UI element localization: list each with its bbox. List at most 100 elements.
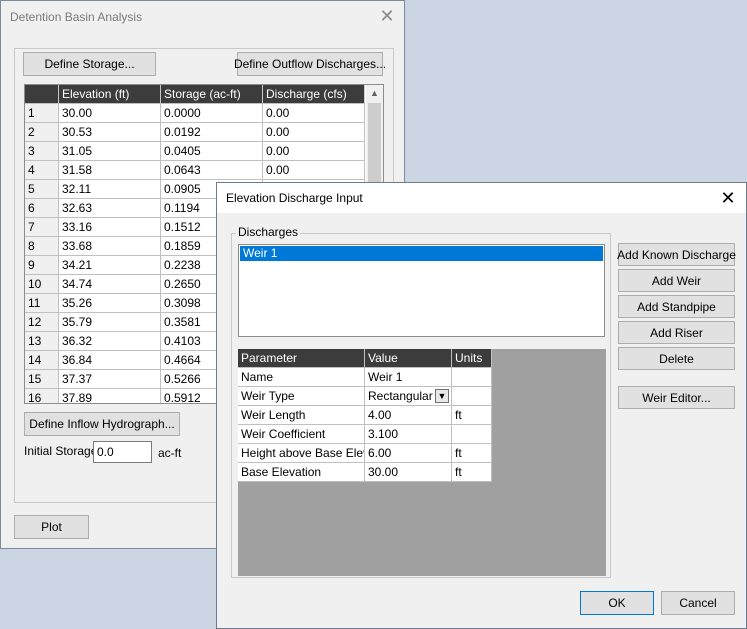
title-bar[interactable]: Detention Basin Analysis bbox=[1, 1, 404, 33]
initial-storage-unit: ac-ft bbox=[158, 446, 182, 460]
table-cell[interactable]: 33.68 bbox=[59, 237, 161, 256]
dialog-title-bar[interactable]: Elevation Discharge Input bbox=[217, 183, 746, 213]
table-cell[interactable]: 34.21 bbox=[59, 256, 161, 275]
column-header[interactable] bbox=[25, 85, 59, 104]
table-row[interactable]: 4 31.58 0.0643 0.00 bbox=[25, 161, 365, 180]
dialog-close-icon[interactable]: ✕ bbox=[719, 189, 737, 207]
close-icon[interactable]: ✕ bbox=[378, 7, 396, 25]
add-weir-button[interactable]: Add Weir bbox=[618, 269, 735, 292]
row-index: 14 bbox=[25, 351, 59, 370]
param-column-header: Parameter bbox=[238, 349, 365, 368]
discharges-group-label: Discharges bbox=[236, 225, 301, 239]
table-cell[interactable]: 30.53 bbox=[59, 123, 161, 142]
param-value[interactable]: 4.00 bbox=[365, 406, 452, 425]
discharges-list[interactable]: Weir 1 bbox=[238, 244, 605, 337]
table-cell[interactable]: 35.79 bbox=[59, 313, 161, 332]
param-row[interactable]: Name Weir 1 bbox=[238, 368, 492, 387]
cell-text: Rectangular bbox=[368, 389, 433, 403]
param-value[interactable]: Rectangular ▼ bbox=[365, 387, 452, 406]
table-cell[interactable]: 0.00 bbox=[263, 123, 365, 142]
cancel-button[interactable]: Cancel bbox=[661, 591, 735, 615]
cell-text: 4.00 bbox=[368, 408, 392, 422]
table-cell[interactable]: 35.26 bbox=[59, 294, 161, 313]
cell-text: ft bbox=[455, 446, 462, 460]
param-unit: ft bbox=[452, 463, 492, 482]
param-value[interactable]: Weir 1 bbox=[365, 368, 452, 387]
table-cell[interactable]: 0.0192 bbox=[161, 123, 263, 142]
table-cell[interactable]: 31.05 bbox=[59, 142, 161, 161]
row-index: 6 bbox=[25, 199, 59, 218]
param-name: Base Elevation bbox=[238, 463, 365, 482]
param-name: Weir Length bbox=[238, 406, 365, 425]
table-cell[interactable]: 0.0000 bbox=[161, 104, 263, 123]
param-unit: ft bbox=[452, 444, 492, 463]
row-index: 7 bbox=[25, 218, 59, 237]
param-name: Weir Type bbox=[238, 387, 365, 406]
scroll-up-icon[interactable]: ▲ bbox=[366, 85, 383, 102]
param-value[interactable]: 6.00 bbox=[365, 444, 452, 463]
define-outflow-button[interactable]: Define Outflow Discharges... bbox=[234, 52, 386, 76]
table-cell[interactable]: 32.11 bbox=[59, 180, 161, 199]
table-cell[interactable]: 31.58 bbox=[59, 161, 161, 180]
column-header[interactable]: Storage (ac-ft) bbox=[161, 85, 263, 104]
cell-text: Name bbox=[241, 370, 274, 384]
add-riser-button[interactable]: Add Riser bbox=[618, 321, 735, 344]
table-cell[interactable]: 0.0643 bbox=[161, 161, 263, 180]
ok-button[interactable]: OK bbox=[580, 591, 654, 615]
row-index: 1 bbox=[25, 104, 59, 123]
row-index: 8 bbox=[25, 237, 59, 256]
list-item[interactable]: Weir 1 bbox=[240, 246, 603, 261]
table-cell[interactable]: 37.37 bbox=[59, 370, 161, 389]
add-standpipe-button[interactable]: Add Standpipe bbox=[618, 295, 735, 318]
add-known-discharge-button[interactable]: Add Known Discharge bbox=[617, 243, 736, 266]
table-cell[interactable]: 34.74 bbox=[59, 275, 161, 294]
param-unit bbox=[452, 368, 492, 387]
column-header[interactable]: Elevation (ft) bbox=[59, 85, 161, 104]
initial-storage-input[interactable] bbox=[93, 441, 152, 463]
plot-button[interactable]: Plot bbox=[14, 515, 89, 539]
param-column-header: Units bbox=[452, 349, 492, 368]
cell-text: Weir Type bbox=[241, 389, 295, 403]
param-row[interactable]: Weir Length 4.00 ft bbox=[238, 406, 492, 425]
table-cell[interactable]: 36.84 bbox=[59, 351, 161, 370]
table-cell[interactable]: 37.89 bbox=[59, 389, 161, 403]
param-row[interactable]: Weir Type Rectangular ▼ bbox=[238, 387, 492, 406]
define-inflow-button[interactable]: Define Inflow Hydrograph... bbox=[24, 412, 180, 436]
param-value[interactable]: 3.100 bbox=[365, 425, 452, 444]
row-index: 16 bbox=[25, 389, 59, 403]
table-cell[interactable]: 33.16 bbox=[59, 218, 161, 237]
weir-editor-button[interactable]: Weir Editor... bbox=[618, 386, 735, 409]
table-row[interactable]: 2 30.53 0.0192 0.00 bbox=[25, 123, 365, 142]
cell-text: Weir Length bbox=[241, 408, 306, 422]
table-cell[interactable]: 0.00 bbox=[263, 161, 365, 180]
param-column-header: Value bbox=[365, 349, 452, 368]
cell-text: ft bbox=[455, 465, 462, 479]
param-header-row: Parameter Value Units bbox=[238, 349, 492, 368]
table-cell[interactable]: 36.32 bbox=[59, 332, 161, 351]
table-cell[interactable]: 32.63 bbox=[59, 199, 161, 218]
table-row[interactable]: 3 31.05 0.0405 0.00 bbox=[25, 142, 365, 161]
row-index: 2 bbox=[25, 123, 59, 142]
row-index: 9 bbox=[25, 256, 59, 275]
param-row[interactable]: Weir Coefficient 3.100 bbox=[238, 425, 492, 444]
column-header[interactable]: Discharge (cfs) bbox=[263, 85, 365, 104]
define-storage-button[interactable]: Define Storage... bbox=[23, 52, 156, 76]
param-value[interactable]: 30.00 bbox=[365, 463, 452, 482]
table-cell[interactable]: 0.00 bbox=[263, 104, 365, 123]
param-row[interactable]: Height above Base Elev 6.00 ft bbox=[238, 444, 492, 463]
cell-text: ft bbox=[455, 408, 462, 422]
cell-text: 30.00 bbox=[368, 465, 399, 479]
param-row[interactable]: Base Elevation 30.00 ft bbox=[238, 463, 492, 482]
dropdown-arrow-icon[interactable]: ▼ bbox=[435, 389, 449, 403]
table-cell[interactable]: 0.00 bbox=[263, 142, 365, 161]
table-cell[interactable]: 30.00 bbox=[59, 104, 161, 123]
window-title: Detention Basin Analysis bbox=[10, 10, 143, 24]
dialog-title: Elevation Discharge Input bbox=[226, 191, 363, 205]
table-row[interactable]: 1 30.00 0.0000 0.00 bbox=[25, 104, 365, 123]
row-index: 15 bbox=[25, 370, 59, 389]
table-cell[interactable]: 0.0405 bbox=[161, 142, 263, 161]
delete-button[interactable]: Delete bbox=[618, 347, 735, 370]
parameter-table[interactable]: Parameter Value Units Name Weir 1 Weir Type Re… bbox=[238, 349, 492, 482]
cell-text: Weir Coefficient bbox=[241, 427, 326, 441]
row-index: 4 bbox=[25, 161, 59, 180]
